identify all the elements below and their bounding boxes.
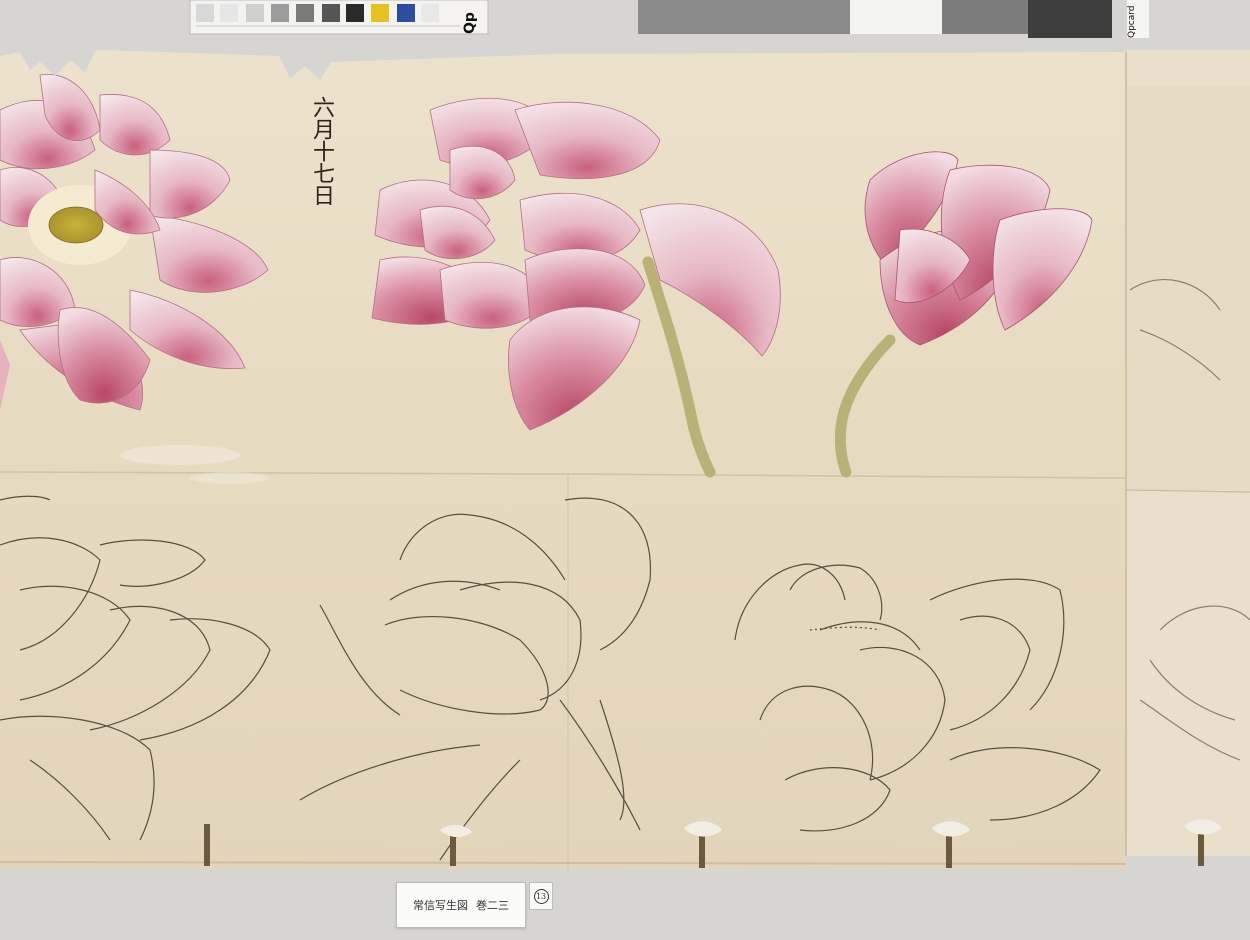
chart-brand-text: Qpcard bbox=[1127, 0, 1149, 38]
catalog-title: 常信写生図 bbox=[413, 899, 468, 912]
ruler-brand-text: Qp bbox=[462, 12, 478, 34]
artwork-scene bbox=[0, 0, 1250, 936]
color-chart bbox=[638, 0, 1112, 38]
scroll-image bbox=[0, 0, 1250, 870]
page-number: 13 bbox=[533, 888, 549, 904]
page-number-tag: 13 bbox=[529, 882, 553, 910]
ruler bbox=[189, 0, 489, 35]
catalog-label: 常信写生図 巻二三 bbox=[396, 882, 526, 928]
catalog-volume: 巻二三 bbox=[476, 899, 509, 912]
date-inscription: 六月十七日 bbox=[309, 96, 334, 206]
